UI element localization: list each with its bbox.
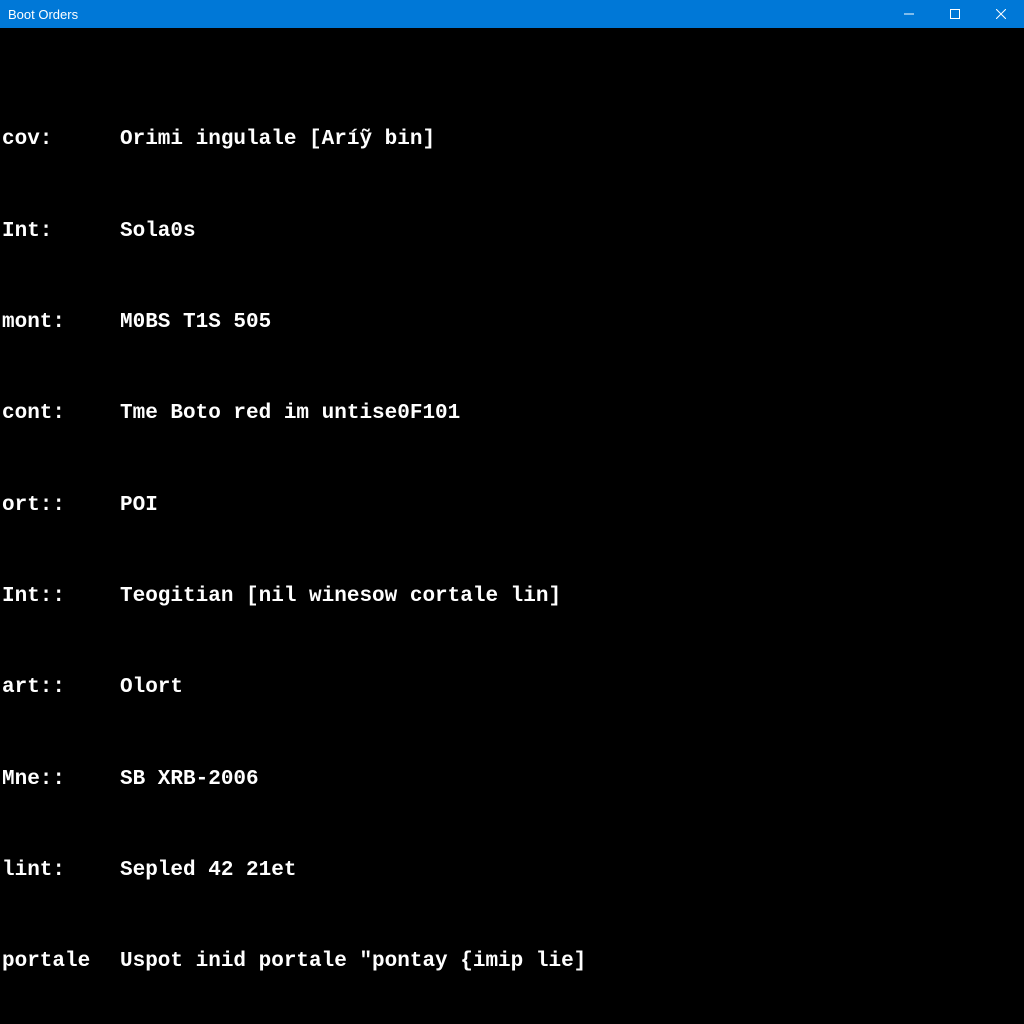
line-label: Int: xyxy=(2,217,120,247)
line-value: Olort xyxy=(120,673,183,703)
line-value: Tme Boto red im untise0F101 xyxy=(120,399,460,429)
line-value: Sola0s xyxy=(120,217,196,247)
app-window: Boot Orders cov:Orimi ingulale [Aríỹ bin… xyxy=(0,0,1024,1024)
line-label: ort:: xyxy=(2,491,120,521)
terminal-output[interactable]: cov:Orimi ingulale [Aríỹ bin] Int:Sola0s… xyxy=(0,28,1024,1024)
minimize-button[interactable] xyxy=(886,0,932,28)
line-label: lint: xyxy=(2,856,120,886)
output-line: lint:Sepled 42 21et xyxy=(0,856,1024,886)
line-label: mont: xyxy=(2,308,120,338)
minimize-icon xyxy=(904,9,914,19)
line-value: Sepled 42 21et xyxy=(120,856,296,886)
line-value: M0BS T1S 505 xyxy=(120,308,271,338)
line-label: Int:: xyxy=(2,582,120,612)
maximize-button[interactable] xyxy=(932,0,978,28)
output-line: cov:Orimi ingulale [Aríỹ bin] xyxy=(0,125,1024,155)
maximize-icon xyxy=(950,9,960,19)
line-value: SB XRB-2006 xyxy=(120,765,259,795)
line-value: Orimi ingulale [Aríỹ bin] xyxy=(120,125,435,155)
close-button[interactable] xyxy=(978,0,1024,28)
line-label: Mne:: xyxy=(2,765,120,795)
output-line: art::Olort xyxy=(0,673,1024,703)
line-label: cont: xyxy=(2,399,120,429)
output-line: Mne::SB XRB-2006 xyxy=(0,765,1024,795)
output-line: ort::POI xyxy=(0,491,1024,521)
titlebar[interactable]: Boot Orders xyxy=(0,0,1024,28)
close-icon xyxy=(996,9,1006,19)
line-value: Uspot inid portale "pontay {imip lie] xyxy=(120,947,586,977)
output-line: portaleUspot inid portale "pontay {imip … xyxy=(0,947,1024,977)
output-line: mont:M0BS T1S 505 xyxy=(0,308,1024,338)
output-line: Int:Sola0s xyxy=(0,217,1024,247)
output-line: cont:Tme Boto red im untise0F101 xyxy=(0,399,1024,429)
line-label: cov: xyxy=(2,125,120,155)
line-value: Teogitian [nil winesow cortale lin] xyxy=(120,582,561,612)
line-value: POI xyxy=(120,491,158,521)
window-controls xyxy=(886,0,1024,28)
line-label: art:: xyxy=(2,673,120,703)
output-line: Int::Teogitian [nil winesow cortale lin] xyxy=(0,582,1024,612)
window-title: Boot Orders xyxy=(8,7,78,22)
line-label: portale xyxy=(2,947,120,977)
